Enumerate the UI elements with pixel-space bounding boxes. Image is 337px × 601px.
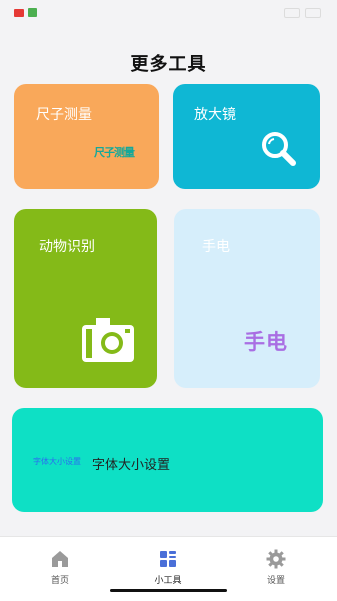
notification-badge (14, 8, 24, 17)
animal-card-label: 动物识别 (39, 239, 95, 255)
magnifier-card-label: 放大镜 (194, 107, 236, 123)
page-title: 更多工具 (130, 54, 207, 75)
nav-settings-label: 设置 (266, 576, 285, 586)
font-size-card[interactable]: 字体大小设置 字体大小设置 (12, 408, 323, 512)
nav-home[interactable]: 首页 (30, 549, 90, 586)
magnifier-icon (262, 132, 296, 166)
magnifier-card[interactable]: 放大镜 (173, 84, 320, 189)
flashlight-card[interactable]: 手电 手电 (174, 209, 320, 388)
nav-tools[interactable]: 小工具 (138, 549, 198, 586)
gear-icon (266, 549, 286, 569)
status-right (284, 8, 321, 18)
home-icon (52, 551, 68, 567)
house-icon (28, 8, 37, 17)
font-size-card-label: 字体大小设置 (92, 458, 171, 473)
camera-icon (82, 318, 134, 362)
ruler-card[interactable]: 尺子测量 尺子测量 (14, 84, 159, 189)
animal-recognition-card[interactable]: 动物识别 (14, 209, 157, 388)
status-bar (0, 0, 337, 30)
ruler-logo: 尺子测量 (94, 146, 135, 159)
flashlight-logo: 手电 (244, 330, 288, 354)
tools-icon (160, 551, 176, 567)
flashlight-card-label: 手电 (202, 239, 230, 255)
signal-icon (284, 8, 300, 18)
status-left (14, 8, 37, 17)
home-indicator (110, 589, 227, 592)
nav-home-label: 首页 (50, 576, 69, 586)
nav-tools-label: 小工具 (154, 576, 182, 586)
ruler-card-label: 尺子测量 (36, 107, 92, 123)
battery-icon (305, 8, 321, 18)
font-size-logo: 字体大小设置 (33, 457, 81, 466)
nav-settings[interactable]: 设置 (246, 549, 306, 586)
